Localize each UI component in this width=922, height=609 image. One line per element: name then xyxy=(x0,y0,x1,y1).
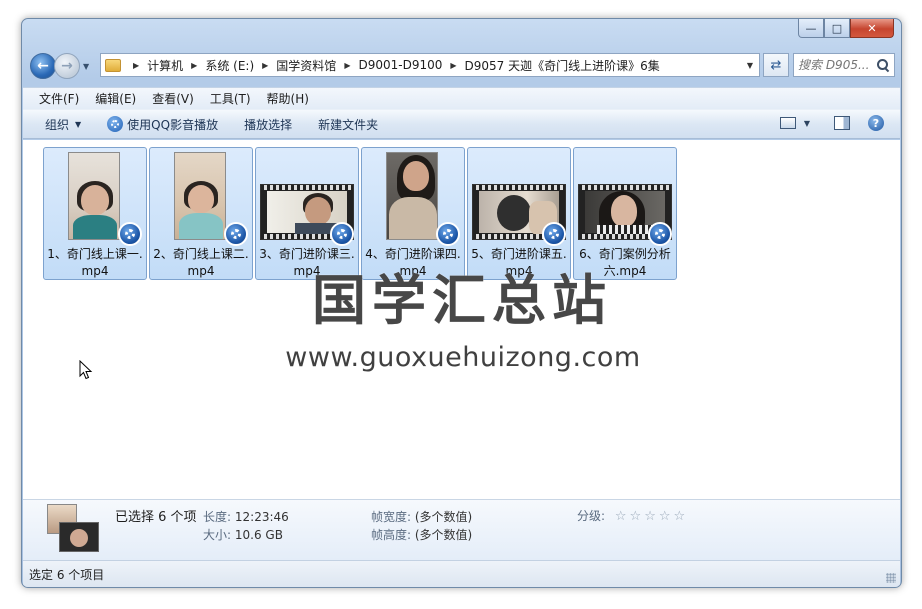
close-button[interactable]: ✕ xyxy=(850,19,894,38)
file-name: 1、奇门线上课一.mp4 xyxy=(47,247,143,278)
qq-player-icon xyxy=(648,222,672,246)
minimize-icon: — xyxy=(805,21,817,35)
minimize-button[interactable]: — xyxy=(798,19,824,38)
file-list-area[interactable]: 1、奇门线上课一.mp4 2、奇门线上课二.mp4 3、奇门进阶课三.mp4 4… xyxy=(23,140,900,500)
status-bar: 选定 6 个项目 xyxy=(23,560,900,587)
view-options-dropdown[interactable]: ▼ xyxy=(804,119,810,128)
search-input[interactable] xyxy=(798,58,876,72)
video-thumbnail xyxy=(386,152,438,240)
search-box[interactable] xyxy=(793,53,895,77)
breadcrumb-range[interactable]: D9001-D9100 xyxy=(358,58,442,72)
recent-pages-dropdown[interactable]: ▼ xyxy=(83,62,93,71)
organize-button[interactable]: 组织 ▼ xyxy=(45,116,81,133)
selected-count: 已选择 6 个项 xyxy=(115,510,197,525)
size-row: 大小: 10.6 GB xyxy=(203,526,283,543)
mouse-cursor-icon xyxy=(79,360,93,380)
arrow-right-icon: → xyxy=(61,58,73,74)
frame-height-value[interactable]: (多个数值) xyxy=(415,528,472,542)
address-dropdown-icon[interactable]: ▼ xyxy=(747,61,753,70)
back-button[interactable]: ← xyxy=(30,53,56,79)
menu-help[interactable]: 帮助(H) xyxy=(267,90,309,107)
star-icon[interactable]: ☆ xyxy=(644,509,656,524)
rating-label: 分级: xyxy=(577,509,606,523)
address-bar[interactable]: ▶ 计算机 ▶ 系统 (E:) ▶ 国学资料馆 ▶ D9001-D9100 ▶ … xyxy=(100,53,760,77)
breadcrumb-drive[interactable]: 系统 (E:) xyxy=(205,57,254,74)
close-icon: ✕ xyxy=(867,21,877,35)
video-thumbnail xyxy=(68,152,120,240)
refresh-button[interactable]: ⇄ xyxy=(763,53,789,77)
help-icon[interactable]: ? xyxy=(868,115,884,131)
change-view-icon[interactable] xyxy=(779,117,796,129)
selection-thumbnail xyxy=(47,504,99,556)
qq-player-icon xyxy=(224,222,248,246)
new-folder-label: 新建文件夹 xyxy=(318,117,379,132)
status-text: 选定 6 个项目 xyxy=(29,567,105,582)
menu-tools[interactable]: 工具(T) xyxy=(210,90,251,107)
menu-bar: 文件(F) 编辑(E) 查看(V) 工具(T) 帮助(H) xyxy=(23,87,900,109)
frame-width-value[interactable]: (多个数值) xyxy=(415,510,472,524)
frame-height-row: 帧高度: (多个数值) xyxy=(371,526,472,543)
length-label: 长度: xyxy=(203,510,232,524)
new-folder-button[interactable]: 新建文件夹 xyxy=(318,116,378,133)
qq-play-button[interactable]: 使用QQ影音播放 xyxy=(107,116,218,133)
view-controls: ▼ ? xyxy=(779,115,884,131)
rating-stars[interactable]: ☆ ☆ ☆ ☆ ☆ xyxy=(615,509,688,524)
resize-grip-icon[interactable] xyxy=(886,573,896,583)
qq-player-icon xyxy=(118,222,142,246)
breadcrumb-computer[interactable]: 计算机 xyxy=(147,57,183,74)
chevron-down-icon: ▼ xyxy=(75,119,82,129)
caption-buttons: — □ ✕ xyxy=(798,19,894,39)
chevron-right-icon[interactable]: ▶ xyxy=(191,61,197,70)
star-icon[interactable]: ☆ xyxy=(659,509,671,524)
chevron-right-icon[interactable]: ▶ xyxy=(344,61,350,70)
organize-label: 组织 xyxy=(45,117,70,132)
navigation-bar: ← → ▼ ▶ 计算机 ▶ 系统 (E:) ▶ 国学资料馆 ▶ D9001-D9… xyxy=(30,51,895,81)
explorer-window: — □ ✕ ← → ▼ ▶ 计算机 ▶ 系统 (E:) ▶ 国学资料馆 ▶ D9… xyxy=(21,18,902,588)
breadcrumb-library[interactable]: 国学资料馆 xyxy=(276,57,336,74)
chevron-right-icon[interactable]: ▶ xyxy=(133,61,139,70)
file-name: 2、奇门线上课二.mp4 xyxy=(153,247,249,278)
file-item-1[interactable]: 1、奇门线上课一.mp4 xyxy=(43,147,147,280)
chevron-right-icon[interactable]: ▶ xyxy=(262,61,268,70)
qq-player-icon xyxy=(330,222,354,246)
chevron-right-icon[interactable]: ▶ xyxy=(450,61,456,70)
refresh-icon: ⇄ xyxy=(770,57,782,73)
search-icon[interactable] xyxy=(876,58,890,72)
menu-view[interactable]: 查看(V) xyxy=(152,90,194,107)
video-thumbnail xyxy=(174,152,226,240)
menu-file[interactable]: 文件(F) xyxy=(39,90,79,107)
qq-player-icon xyxy=(436,222,460,246)
watermark-title: 国学汇总站 xyxy=(312,269,612,332)
frame-height-label: 帧高度: xyxy=(371,528,412,542)
play-selection-label: 播放选择 xyxy=(244,117,293,132)
chevron-down-icon: ▼ xyxy=(83,61,90,71)
length-value: 12:23:46 xyxy=(234,510,289,524)
frame-width-row: 帧宽度: (多个数值) xyxy=(371,508,472,525)
star-icon[interactable]: ☆ xyxy=(630,509,642,524)
play-selection-button[interactable]: 播放选择 xyxy=(244,116,292,133)
arrow-left-icon: ← xyxy=(37,58,49,74)
size-label: 大小: xyxy=(203,528,232,542)
file-item-2[interactable]: 2、奇门线上课二.mp4 xyxy=(149,147,253,280)
command-bar: 组织 ▼ 使用QQ影音播放 播放选择 新建文件夹 ▼ ? xyxy=(23,109,900,139)
length-row: 长度: 12:23:46 xyxy=(203,508,289,525)
preview-pane-icon[interactable] xyxy=(834,116,850,130)
maximize-icon: □ xyxy=(831,21,843,35)
star-icon[interactable]: ☆ xyxy=(674,509,686,524)
forward-button[interactable]: → xyxy=(54,53,80,79)
qq-player-icon xyxy=(542,222,566,246)
star-icon[interactable]: ☆ xyxy=(615,509,627,524)
details-pane: 已选择 6 个项 长度: 12:23:46 大小: 10.6 GB 帧宽度: (… xyxy=(23,500,900,560)
qq-player-icon xyxy=(107,116,124,132)
qq-play-label: 使用QQ影音播放 xyxy=(127,117,219,132)
folder-icon xyxy=(105,58,121,72)
maximize-button[interactable]: □ xyxy=(824,19,850,38)
rating-row: 分级: ☆ ☆ ☆ ☆ ☆ xyxy=(577,507,688,524)
menu-edit[interactable]: 编辑(E) xyxy=(95,90,136,107)
watermark-url: www.guoxuehuizong.com xyxy=(285,342,641,373)
frame-width-label: 帧宽度: xyxy=(371,510,412,524)
size-value: 10.6 GB xyxy=(234,528,283,542)
breadcrumb-current-folder[interactable]: D9057 天迦《奇门线上进阶课》6集 xyxy=(465,57,660,74)
